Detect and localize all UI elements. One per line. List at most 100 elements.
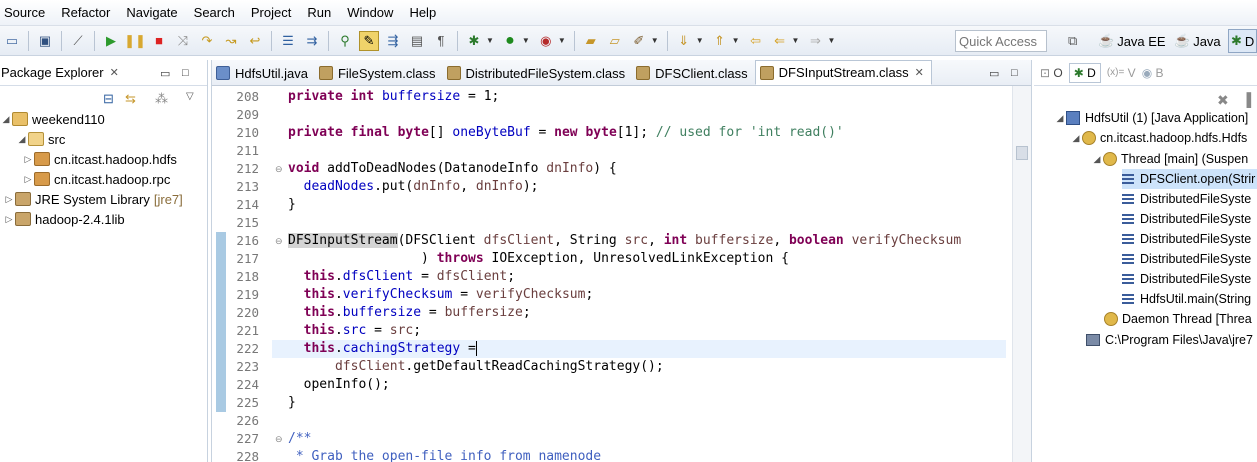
tree-item-hadoop-lib[interactable]: ▷ hadoop-2.4.1lib [3,209,125,229]
quick-access-input[interactable] [955,30,1047,52]
code-content[interactable]: private int buffersize = 1; private fina… [288,86,1006,462]
menu-source[interactable]: Source [0,0,53,26]
run-icon[interactable]: ● [500,31,520,51]
tree-item-package[interactable]: ▷ cn.itcast.hadoop.rpc [22,169,171,189]
tab-variables[interactable]: (x)= V [1107,66,1136,80]
open-perspective-button[interactable]: ⧉ [1068,29,1080,53]
tab-outline[interactable]: ⊡ O [1040,66,1063,80]
editor-tab[interactable]: DistributedFileSystem.class [443,61,633,85]
chevron-down-icon[interactable]: ▼ [696,36,704,45]
watch-icon[interactable]: ⇶ [383,31,403,51]
perspective-debug[interactable]: ✱ D [1228,29,1257,53]
skip-breakpoints-icon[interactable]: ⟋ [68,31,88,51]
chevron-down-icon[interactable]: ▼ [792,36,800,45]
stack-frame[interactable]: DistributedFileSyste [1122,269,1251,289]
editor-vertical-scrollbar[interactable] [1012,86,1031,462]
maximize-icon[interactable]: □ [182,67,189,79]
tree-item-package[interactable]: ▷ cn.itcast.hadoop.hdfs [22,149,177,169]
step-return-icon[interactable]: ↩ [245,31,265,51]
debug-process[interactable]: C:\Program Files\Java\jre7 [1086,330,1253,350]
console-icon[interactable]: ▣ [35,31,55,51]
editor-tab-active[interactable]: DFSInputStream.class ✕ [754,60,932,85]
next-annotation-icon[interactable]: ⇓ [674,31,694,51]
suspend-icon[interactable]: ❚❚ [124,31,146,51]
display-icon[interactable]: ▤ [407,31,427,51]
debug-bug-icon[interactable]: ✱ [464,31,484,51]
stack-frame[interactable]: DistributedFileSyste [1122,209,1251,229]
tab-breakpoints[interactable]: ◉ B [1142,66,1164,80]
menu-navigate[interactable]: Navigate [118,0,185,26]
collapsed-arrow-icon[interactable]: ▷ [3,214,15,225]
menu-help[interactable]: Help [401,0,444,26]
tab-debug[interactable]: ✱ D [1068,62,1101,83]
editor-tab[interactable]: FileSystem.class [315,61,443,85]
close-icon[interactable]: ✕ [915,66,924,79]
minimize-icon[interactable]: ▭ [989,67,999,80]
tree-item-src[interactable]: ◢ src [16,129,66,149]
stack-frame[interactable]: DistributedFileSyste [1122,229,1251,249]
close-icon[interactable]: ✕ [110,66,119,79]
open-folder-icon[interactable]: ▱ [605,31,625,51]
chevron-down-icon[interactable]: ▼ [558,36,566,45]
use-step-filters-icon[interactable]: ⇉ [302,31,322,51]
chevron-down-icon[interactable]: ▼ [486,36,494,45]
chevron-down-icon[interactable]: ▼ [732,36,740,45]
chevron-down-icon[interactable]: ▽ [186,91,194,102]
expanded-arrow-icon[interactable]: ◢ [1054,113,1066,124]
editor-tab[interactable]: DFSClient.class [632,61,754,85]
menu-window[interactable]: Window [339,0,401,26]
debug-thread[interactable]: ◢ Thread [main] (Suspen [1091,149,1248,169]
stack-frame[interactable]: HdfsUtil.main(String [1122,289,1251,309]
expanded-arrow-icon[interactable]: ◢ [16,134,28,145]
stack-frame-selected[interactable]: DFSClient.open(Strir [1122,169,1257,189]
stack-frame[interactable]: DistributedFileSyste [1122,189,1251,209]
expanded-arrow-icon[interactable]: ◢ [1070,133,1082,144]
back-icon[interactable]: ⇐ [770,31,790,51]
prev-annotation-icon[interactable]: ⇑ [710,31,730,51]
perspective-java[interactable]: ☕ Java [1174,29,1221,53]
expanded-arrow-icon[interactable]: ◢ [0,114,12,125]
fold-toggle-icon[interactable]: ⊖ [275,160,283,178]
pen-icon[interactable]: ✎ [359,30,379,51]
link-with-editor-icon[interactable]: ⇆ [125,91,136,107]
collapsed-arrow-icon[interactable]: ▷ [22,154,34,165]
drop-to-frame-icon[interactable]: ☰ [278,31,298,51]
collapse-all-icon[interactable]: ⊟ [103,91,114,107]
debug-vm[interactable]: ◢ cn.itcast.hadoop.hdfs.Hdfs [1070,128,1247,148]
menu-run[interactable]: Run [299,0,339,26]
minimize-icon[interactable]: ▭ [160,67,170,80]
chevron-down-icon[interactable]: ▼ [522,36,530,45]
terminate-icon[interactable]: ■ [149,31,169,51]
tree-item-jre-library[interactable]: ▷ JRE System Library [jre7] [3,189,183,209]
disconnect-icon[interactable]: ⤨ [173,31,193,51]
menu-refactor[interactable]: Refactor [53,0,118,26]
editor-text-area[interactable]: 208 209 210 211 212 ⊖ 213 214 215 216 ⊖ 217 218 219 22… [212,86,1031,462]
menu-project[interactable]: Project [243,0,299,26]
perspective-java-ee[interactable]: ☕ Java EE [1098,29,1166,53]
chevron-down-icon[interactable]: ▼ [651,36,659,45]
collapsed-arrow-icon[interactable]: ▷ [3,194,15,205]
view-menu-icon[interactable]: ▐ [1242,92,1251,107]
remove-terminated-icon[interactable]: ✖ [1217,92,1229,109]
new-package-icon[interactable]: ▰ [581,31,601,51]
save-icon[interactable]: ▭ [2,31,22,51]
step-over-icon[interactable]: ↝ [221,31,241,51]
external-tools-icon[interactable]: ◉ [536,31,556,51]
tree-item-project[interactable]: ◢ weekend110 [0,109,105,129]
chevron-down-icon[interactable]: ▼ [827,36,835,45]
editor-tab[interactable]: HdfsUtil.java [212,61,315,85]
maximize-icon[interactable]: □ [1011,67,1018,79]
breakpoint-icon[interactable]: ⚲ [335,31,355,51]
brush-icon[interactable]: ✐ [629,31,649,51]
daemon-thread[interactable]: Daemon Thread [Threa [1104,309,1252,329]
stack-frame[interactable]: DistributedFileSyste [1122,249,1251,269]
scrollbar-thumb[interactable] [1016,146,1028,160]
paragraph-icon[interactable]: ¶ [431,31,451,51]
forward-icon[interactable]: ⇒ [805,31,825,51]
resume-icon[interactable]: ▶ [101,31,121,51]
expanded-arrow-icon[interactable]: ◢ [1091,154,1103,165]
view-menu-icon[interactable]: ⁂ [155,91,168,107]
collapsed-arrow-icon[interactable]: ▷ [22,174,34,185]
last-edit-icon[interactable]: ⇦ [746,31,766,51]
package-explorer-tab[interactable]: Package Explorer ✕ ▭ □ [0,60,207,86]
